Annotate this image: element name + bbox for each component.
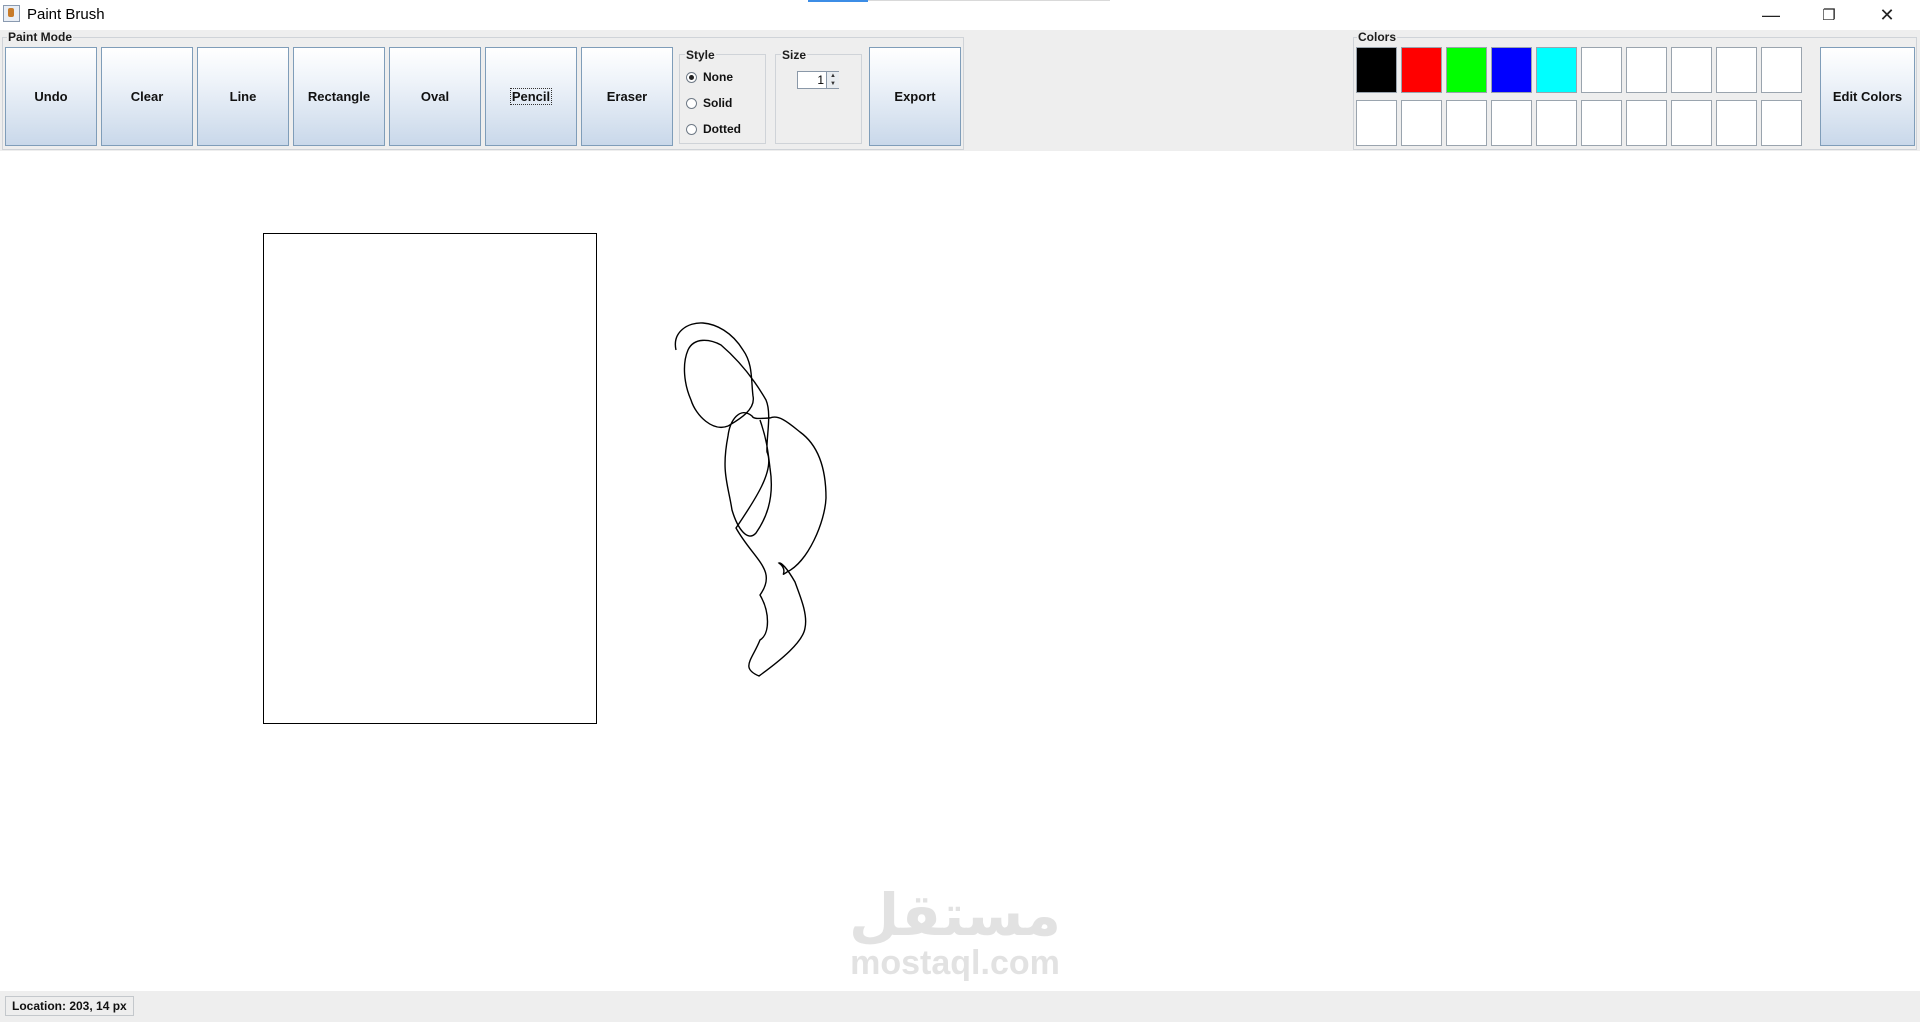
pencil-stroke	[674, 322, 827, 677]
watermark-latin: mostaql.com	[850, 944, 1060, 982]
status-bar: Location: 203, 14 px	[0, 991, 1920, 1022]
watermark: مستقل mostaql.com	[820, 885, 1090, 981]
watermark-arabic: مستقل	[848, 881, 1062, 949]
location-readout: Location: 203, 14 px	[5, 996, 134, 1016]
pencil-stroke-layer	[674, 322, 827, 677]
